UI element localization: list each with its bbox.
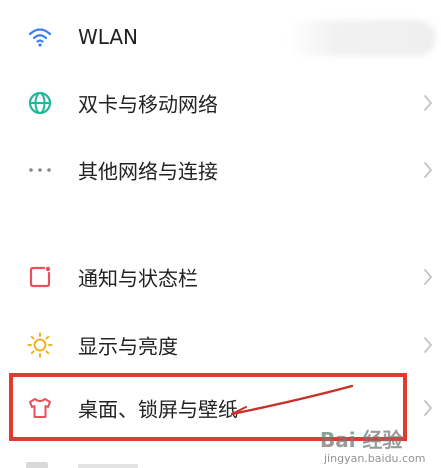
watermark-url: jingyan.baidu.com xyxy=(324,452,426,465)
chevron-right-icon xyxy=(423,94,433,112)
settings-item-label: 双卡与移动网络 xyxy=(78,92,218,117)
baidu-jingyan-watermark: Bai 经验 jingyan.baidu.com xyxy=(320,424,440,468)
chevron-right-icon xyxy=(423,336,433,354)
notification-icon xyxy=(26,263,54,291)
globe-icon xyxy=(26,89,54,117)
chevron-right-icon xyxy=(423,399,433,417)
more-dots-icon xyxy=(26,156,54,184)
chevron-right-icon xyxy=(423,268,433,286)
chevron-right-icon xyxy=(423,161,433,179)
settings-item-label: 显示与亮度 xyxy=(78,334,178,359)
sun-icon xyxy=(26,331,54,359)
wifi-icon xyxy=(26,23,54,51)
settings-screen: WLAN 双卡与移动网络 其他网络与连接 通知与状态栏 显示与亮度 桌面、锁屏与… xyxy=(0,0,441,468)
settings-item-other-networks[interactable]: 其他网络与连接 xyxy=(0,140,441,200)
section-divider xyxy=(0,232,441,240)
settings-item-display[interactable]: 显示与亮度 xyxy=(0,315,441,375)
settings-item-label: 通知与状态栏 xyxy=(78,266,198,291)
next-item-peek xyxy=(26,458,146,468)
settings-item-dual-sim[interactable]: 双卡与移动网络 xyxy=(0,73,441,133)
settings-item-label: WLAN xyxy=(78,25,139,49)
settings-item-notifications[interactable]: 通知与状态栏 xyxy=(0,247,441,307)
settings-item-wlan[interactable]: WLAN xyxy=(0,7,441,67)
watermark-logo: Bai 经验 xyxy=(320,428,403,452)
settings-item-label: 其他网络与连接 xyxy=(78,159,218,184)
